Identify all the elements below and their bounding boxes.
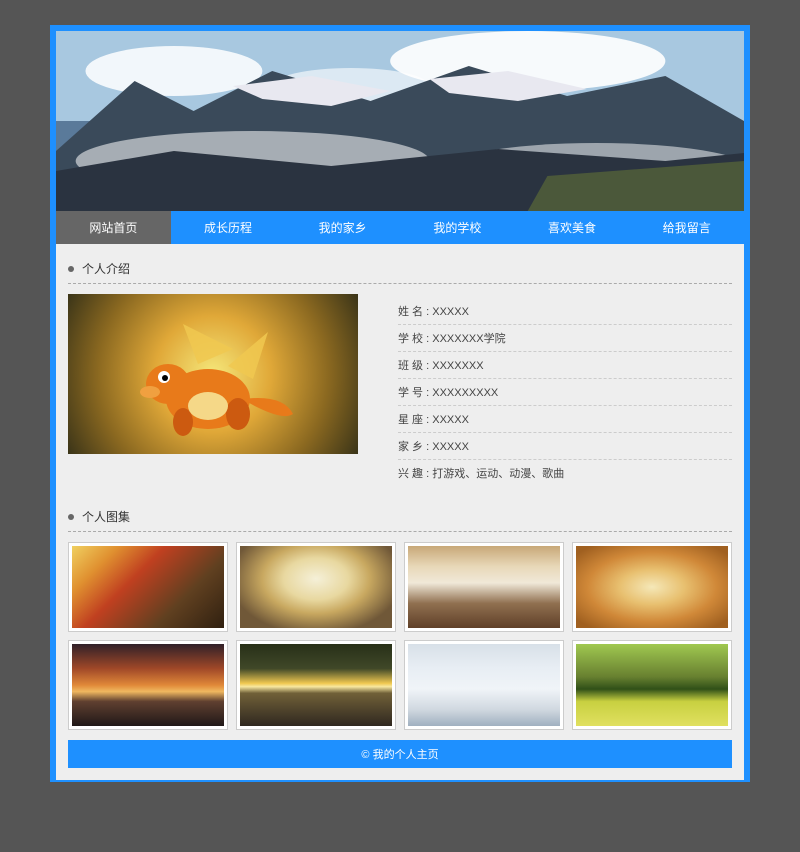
- gallery-image: [408, 546, 560, 628]
- nav-item-school[interactable]: 我的学校: [400, 211, 515, 244]
- gallery-item[interactable]: [236, 542, 396, 632]
- gallery-grid: [68, 532, 732, 730]
- gallery-image: [576, 546, 728, 628]
- intro-body: 姓 名 : XXXXX 学 校 : XXXXXXX学院 班 级 : XXXXXX…: [68, 284, 732, 490]
- info-row-zodiac: 星 座 : XXXXX: [398, 406, 732, 433]
- gallery-item[interactable]: [404, 640, 564, 730]
- nav-item-food[interactable]: 喜欢美食: [515, 211, 630, 244]
- gallery-item[interactable]: [404, 542, 564, 632]
- profile-image: [68, 294, 358, 454]
- profile-info: 姓 名 : XXXXX 学 校 : XXXXXXX学院 班 级 : XXXXXX…: [358, 294, 732, 486]
- main-nav: 网站首页 成长历程 我的家乡 我的学校 喜欢美食 给我留言: [56, 211, 744, 244]
- nav-item-home[interactable]: 网站首页: [56, 211, 171, 244]
- footer-text: © 我的个人主页: [361, 749, 438, 761]
- gallery-item[interactable]: [68, 640, 228, 730]
- gallery-image: [240, 644, 392, 726]
- nav-item-growth[interactable]: 成长历程: [171, 211, 286, 244]
- main-content: 个人介绍: [56, 244, 744, 780]
- section-title-intro: 个人介绍: [68, 252, 732, 284]
- header-banner: [56, 31, 744, 211]
- info-row-name: 姓 名 : XXXXX: [398, 298, 732, 325]
- gallery-item[interactable]: [68, 542, 228, 632]
- gallery-item[interactable]: [572, 640, 732, 730]
- gallery-item[interactable]: [236, 640, 396, 730]
- gallery-image: [240, 546, 392, 628]
- section-intro: 个人介绍: [68, 252, 732, 490]
- nav-item-hometown[interactable]: 我的家乡: [285, 211, 400, 244]
- page-container: 网站首页 成长历程 我的家乡 我的学校 喜欢美食 给我留言 个人介绍: [50, 25, 750, 782]
- info-row-id: 学 号 : XXXXXXXXX: [398, 379, 732, 406]
- info-row-hobby: 兴 趣 : 打游戏、运动、动漫、歌曲: [398, 460, 732, 486]
- gallery-image: [408, 644, 560, 726]
- gallery-item[interactable]: [572, 542, 732, 632]
- section-gallery: 个人图集: [68, 500, 732, 730]
- section-title-text: 个人介绍: [82, 260, 130, 277]
- footer: © 我的个人主页: [68, 740, 732, 768]
- info-row-hometown: 家 乡 : XXXXX: [398, 433, 732, 460]
- nav-item-message[interactable]: 给我留言: [629, 211, 744, 244]
- gallery-image: [576, 644, 728, 726]
- gallery-image: [72, 644, 224, 726]
- section-title-text: 个人图集: [82, 508, 130, 525]
- info-row-class: 班 级 : XXXXXXX: [398, 352, 732, 379]
- info-row-school: 学 校 : XXXXXXX学院: [398, 325, 732, 352]
- section-title-gallery: 个人图集: [68, 500, 732, 532]
- gallery-image: [72, 546, 224, 628]
